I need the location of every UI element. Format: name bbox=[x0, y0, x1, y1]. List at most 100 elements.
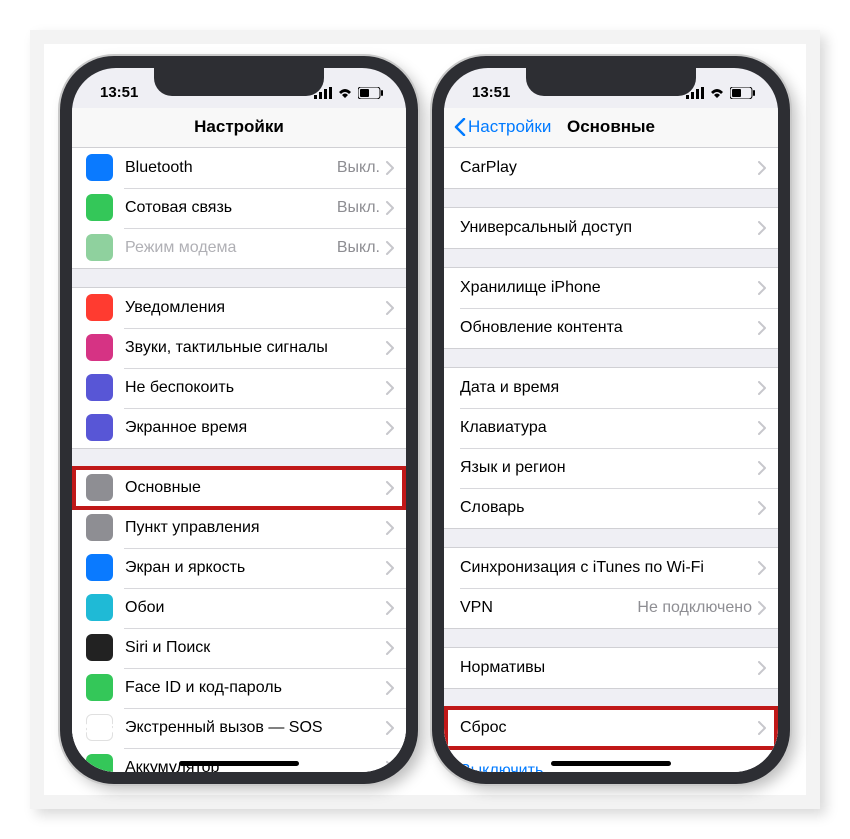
home-indicator bbox=[179, 761, 299, 766]
settings-group: Универсальный доступ bbox=[444, 207, 778, 249]
settings-row[interactable]: Не беспокоить bbox=[72, 368, 406, 408]
row-value: Выкл. bbox=[337, 159, 380, 177]
settings-row[interactable]: Face ID и код-пароль bbox=[72, 668, 406, 708]
chevron-right-icon bbox=[386, 241, 394, 255]
row-label: Универсальный доступ bbox=[460, 219, 758, 237]
screentime-icon bbox=[86, 414, 113, 441]
chevron-right-icon bbox=[386, 381, 394, 395]
settings-row[interactable]: Экранное время bbox=[72, 408, 406, 448]
chevron-right-icon bbox=[386, 301, 394, 315]
chevron-right-icon bbox=[758, 381, 766, 395]
row-label: Словарь bbox=[460, 499, 758, 517]
row-label: Сотовая связь bbox=[125, 199, 337, 217]
settings-row[interactable]: CarPlay bbox=[444, 148, 778, 188]
row-label: CarPlay bbox=[460, 159, 758, 177]
settings-row[interactable]: Нормативы bbox=[444, 648, 778, 688]
settings-row[interactable]: Обновление контента bbox=[444, 308, 778, 348]
cellular-icon bbox=[86, 194, 113, 221]
settings-row[interactable]: Хранилище iPhone bbox=[444, 268, 778, 308]
chevron-right-icon bbox=[386, 561, 394, 575]
general-icon bbox=[86, 474, 113, 501]
chevron-right-icon bbox=[758, 161, 766, 175]
settings-row[interactable]: Клавиатура bbox=[444, 408, 778, 448]
row-label: Язык и регион bbox=[460, 459, 758, 477]
home-indicator bbox=[551, 761, 671, 766]
status-icons bbox=[314, 87, 384, 99]
settings-row[interactable]: Пункт управления bbox=[72, 508, 406, 548]
row-label: Siri и Поиск bbox=[125, 639, 386, 657]
settings-row[interactable]: VPNНе подключено bbox=[444, 588, 778, 628]
row-label: Звуки, тактильные сигналы bbox=[125, 339, 386, 357]
back-button[interactable]: Настройки bbox=[454, 117, 551, 137]
chevron-right-icon bbox=[758, 661, 766, 675]
outer-frame: 13:51 Настройки BluetoothВыкл.Сотовая св… bbox=[30, 30, 820, 809]
chevron-right-icon bbox=[386, 641, 394, 655]
chevron-right-icon bbox=[758, 461, 766, 475]
status-icons bbox=[686, 87, 756, 99]
chevron-right-icon bbox=[386, 721, 394, 735]
navbar-left: Настройки bbox=[72, 108, 406, 148]
siri-icon bbox=[86, 634, 113, 661]
row-label: Bluetooth bbox=[125, 159, 337, 177]
page-title: Настройки bbox=[194, 117, 284, 137]
status-time: 13:51 bbox=[100, 84, 138, 101]
row-label: Face ID и код-пароль bbox=[125, 679, 386, 697]
settings-row[interactable]: Режим модемаВыкл. bbox=[72, 228, 406, 268]
settings-row[interactable]: Звуки, тактильные сигналы bbox=[72, 328, 406, 368]
chevron-right-icon bbox=[386, 681, 394, 695]
settings-row[interactable]: SOSЭкстренный вызов — SOS bbox=[72, 708, 406, 748]
settings-row[interactable]: Уведомления bbox=[72, 288, 406, 328]
dnd-icon bbox=[86, 374, 113, 401]
chevron-right-icon bbox=[758, 561, 766, 575]
settings-group: Сброс bbox=[444, 707, 778, 749]
chevron-right-icon bbox=[386, 601, 394, 615]
battery-icon bbox=[358, 87, 384, 99]
row-label: Хранилище iPhone bbox=[460, 279, 758, 297]
row-label: Экстренный вызов — SOS bbox=[125, 719, 386, 737]
settings-row[interactable]: BluetoothВыкл. bbox=[72, 148, 406, 188]
settings-row[interactable]: Siri и Поиск bbox=[72, 628, 406, 668]
settings-group: Уведомления Звуки, тактильные сигналы Не б… bbox=[72, 287, 406, 449]
chevron-right-icon bbox=[758, 501, 766, 515]
row-label: Обои bbox=[125, 599, 386, 617]
settings-group: CarPlay bbox=[444, 148, 778, 189]
settings-row[interactable]: Синхронизация с iTunes по Wi-Fi bbox=[444, 548, 778, 588]
settings-row[interactable]: Универсальный доступ bbox=[444, 208, 778, 248]
row-label: VPN bbox=[460, 599, 637, 617]
chevron-right-icon bbox=[758, 281, 766, 295]
settings-group: Хранилище iPhone Обновление контента bbox=[444, 267, 778, 349]
chevron-right-icon bbox=[386, 421, 394, 435]
chevron-right-icon bbox=[386, 761, 394, 772]
chevron-right-icon bbox=[386, 341, 394, 355]
chevron-right-icon bbox=[758, 321, 766, 335]
settings-row[interactable]: Аккумулятор bbox=[72, 748, 406, 772]
row-label: Нормативы bbox=[460, 659, 758, 677]
phone-right: 13:51 Настройки Основные CarPlay Универса… bbox=[432, 56, 790, 784]
row-label: Пункт управления bbox=[125, 519, 386, 537]
faceid-icon bbox=[86, 674, 113, 701]
settings-list-right[interactable]: CarPlay Универсальный доступ Хранилище iPh… bbox=[444, 148, 778, 772]
phone-left: 13:51 Настройки BluetoothВыкл.Сотовая св… bbox=[60, 56, 418, 784]
page-title: Основные bbox=[567, 117, 655, 137]
settings-row[interactable]: Дата и время bbox=[444, 368, 778, 408]
settings-row[interactable]: Язык и регион bbox=[444, 448, 778, 488]
settings-row[interactable]: Экран и яркость bbox=[72, 548, 406, 588]
status-time: 13:51 bbox=[472, 84, 510, 101]
settings-row[interactable]: Обои bbox=[72, 588, 406, 628]
battery-icon bbox=[86, 754, 113, 772]
settings-row[interactable]: Основные bbox=[72, 468, 406, 508]
wifi-icon bbox=[709, 87, 725, 99]
row-label: Клавиатура bbox=[460, 419, 758, 437]
settings-list-left[interactable]: BluetoothВыкл.Сотовая связьВыкл.Режим мо… bbox=[72, 148, 406, 772]
chevron-right-icon bbox=[386, 201, 394, 215]
settings-row[interactable]: Словарь bbox=[444, 488, 778, 528]
settings-row[interactable]: Сброс bbox=[444, 708, 778, 748]
screen-left: 13:51 Настройки BluetoothВыкл.Сотовая св… bbox=[72, 68, 406, 772]
settings-row[interactable]: Сотовая связьВыкл. bbox=[72, 188, 406, 228]
row-value: Не подключено bbox=[637, 599, 752, 617]
notch-icon bbox=[526, 68, 696, 96]
phone-stage: 13:51 Настройки BluetoothВыкл.Сотовая св… bbox=[44, 44, 806, 795]
battery-icon bbox=[730, 87, 756, 99]
row-label: Режим модема bbox=[125, 239, 337, 257]
wifi-icon bbox=[337, 87, 353, 99]
